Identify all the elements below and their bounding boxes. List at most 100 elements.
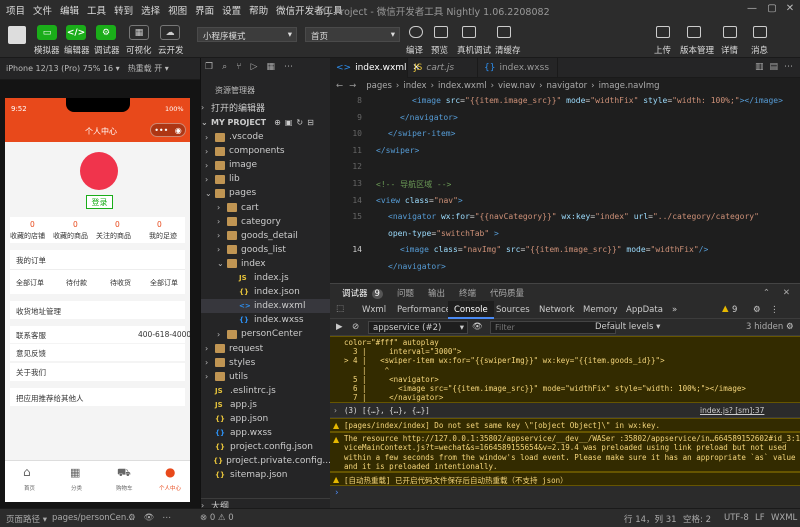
upload-button[interactable]: 上传 [654,44,671,56]
folder-item[interactable]: › request [201,342,331,356]
indentation[interactable]: 空格: 2 [683,513,711,525]
close-icon[interactable]: ✕ [783,3,797,17]
debugger-icon[interactable]: ⚙ [96,25,116,40]
file-item[interactable]: {} sitemap.json [201,468,331,482]
avatar[interactable] [8,26,26,44]
remote-debug-button[interactable]: 真机调试 [457,44,491,56]
address-row[interactable]: 收货地址管理 [10,301,185,319]
tab-problems[interactable]: 问题 [397,287,414,299]
code-line[interactable]: </navigator> [388,262,446,271]
crumb-navigator[interactable]: navigator [547,81,588,91]
mode-select[interactable]: 小程序模式 ▾ [197,27,297,42]
upload-icon[interactable] [656,26,670,38]
page-path-value[interactable]: pages/personCen… [52,513,135,523]
folder-item[interactable]: › category [201,215,331,229]
preview-icon[interactable] [434,26,448,38]
clear-cache-button[interactable]: 清缓存 [495,44,521,56]
folder-item[interactable]: › lib [201,172,331,186]
device-select[interactable]: iPhone 12/13 (Pro) 75% 16 ▾ [6,64,120,73]
stat-label-goods[interactable]: 收藏的商品 [53,231,88,241]
stat-label-footprint[interactable]: 我的足迹 [149,231,177,241]
tab-console[interactable]: Console [448,301,494,319]
context-select[interactable]: appservice (#2) ▾ [368,321,468,334]
close-panel-icon[interactable]: ✕ [783,288,790,298]
line-ending[interactable]: LF [755,513,765,523]
file-item[interactable]: JS index.js [201,271,331,285]
tab-performance[interactable]: Performance [397,305,451,315]
file-item[interactable]: {} app.wxss [201,426,331,440]
compile-button[interactable]: 编译 [406,44,423,56]
more-icon[interactable]: ••• [154,126,168,135]
crumb-image[interactable]: image.navImg [599,81,660,91]
clear-cache-icon[interactable] [497,26,511,38]
page-select[interactable]: 首页 ▾ [305,27,400,42]
tab-index-wxss[interactable]: {} index.wxss [478,58,558,78]
menu-item[interactable]: 工具 [87,3,106,17]
code-line[interactable]: <navigator wx:for="{{navCategory}}" wx:k… [388,212,759,221]
order-tab-all[interactable]: 全部订单 [16,278,44,288]
visual-button[interactable]: 可视化 [126,44,152,56]
tab-sources[interactable]: Sources [496,305,530,315]
editor-button[interactable]: 编辑器 [64,44,90,56]
tab-memory[interactable]: Memory [583,305,618,315]
folder-item[interactable]: ⌄ index [201,257,331,271]
menu-item[interactable]: 文件 [33,3,52,17]
tab-appdata[interactable]: AppData [626,305,663,315]
tab-category[interactable]: 分类 [71,484,82,492]
levels-select[interactable]: Default levels ▾ [595,322,660,332]
remote-debug-icon[interactable] [462,26,476,38]
tab-cart[interactable]: 购物车 [116,484,133,492]
folder-item[interactable]: › utils [201,370,331,384]
code-line[interactable]: </swiper-item> [388,129,455,138]
folder-item[interactable]: › goods_detail [201,229,331,243]
crumb-index[interactable]: index [403,81,426,91]
inspect-icon[interactable]: ⬚ [336,304,344,314]
file-item[interactable]: {} index.wxss [201,313,331,327]
menu-item[interactable]: 视图 [168,3,187,17]
eye-icon[interactable]: 👁 [472,322,483,332]
forward-icon[interactable]: → [349,81,356,91]
tab-code-quality[interactable]: 代码质量 [490,287,524,299]
file-item[interactable]: {} project.config.json [201,440,331,454]
code-line[interactable]: </navigator> [400,113,458,122]
more-icon[interactable]: ⋮ [770,305,779,315]
code-line[interactable]: <image class="navImg" src="{{item.image_… [400,245,708,254]
explorer-actions-icon[interactable]: ⊕▣↻⊟ [274,118,318,127]
simulator-icon[interactable]: ▭ [37,25,57,40]
tab-terminal[interactable]: 终端 [459,287,476,299]
file-item[interactable]: JS app.js [201,398,331,412]
code-line[interactable]: <!-- 导航区域 --> [376,179,451,190]
tab-profile[interactable]: 个人中心 [159,484,181,492]
file-item[interactable]: {} index.json [201,285,331,299]
folder-item[interactable]: › goods_list [201,243,331,257]
source-control-icon[interactable]: ⑂ [236,62,241,76]
menu-item[interactable]: 界面 [195,3,214,17]
more-icon[interactable]: ⋯ [284,62,293,76]
file-item[interactable]: {} project.private.config... [201,454,331,468]
tab-network[interactable]: Network [539,305,575,315]
menu-item[interactable]: 转到 [114,3,133,17]
menu-item[interactable]: 选择 [141,3,160,17]
tab-debugger[interactable]: 调试器 9 [342,287,383,299]
more-tabs-icon[interactable]: » [672,305,677,315]
array-log-row[interactable]: › (3) [{…}, {…}, {…}] index.js? [sm]:37 [330,404,800,418]
version-icon[interactable] [687,26,701,38]
encoding[interactable]: UTF-8 [724,513,749,523]
tab-cart-js[interactable]: JS cart.js [408,58,478,78]
details-icon[interactable] [723,26,737,38]
code-line[interactable]: </swiper> [376,146,419,155]
extensions-icon[interactable]: ▦ [266,62,275,76]
menu-item[interactable]: 编辑 [60,3,79,17]
cloud-button[interactable]: 云开发 [158,44,184,56]
language-mode[interactable]: WXML [771,513,797,523]
menu-item[interactable]: 帮助 [249,3,268,17]
menu-item[interactable]: 项目 [6,3,25,17]
tab-home[interactable]: 首页 [24,484,35,492]
version-button[interactable]: 版本管理 [680,44,714,56]
tab-wxml[interactable]: Wxml [362,305,386,315]
order-tab-all-2[interactable]: 全部订单 [150,278,178,288]
code-line[interactable]: <image src="{{item.image_src}}" mode="wi… [412,96,783,105]
folder-item[interactable]: › personCenter [201,327,331,341]
open-editors-section[interactable]: › 打开的编辑器 [201,100,331,114]
folder-item[interactable]: › cart [201,201,331,215]
